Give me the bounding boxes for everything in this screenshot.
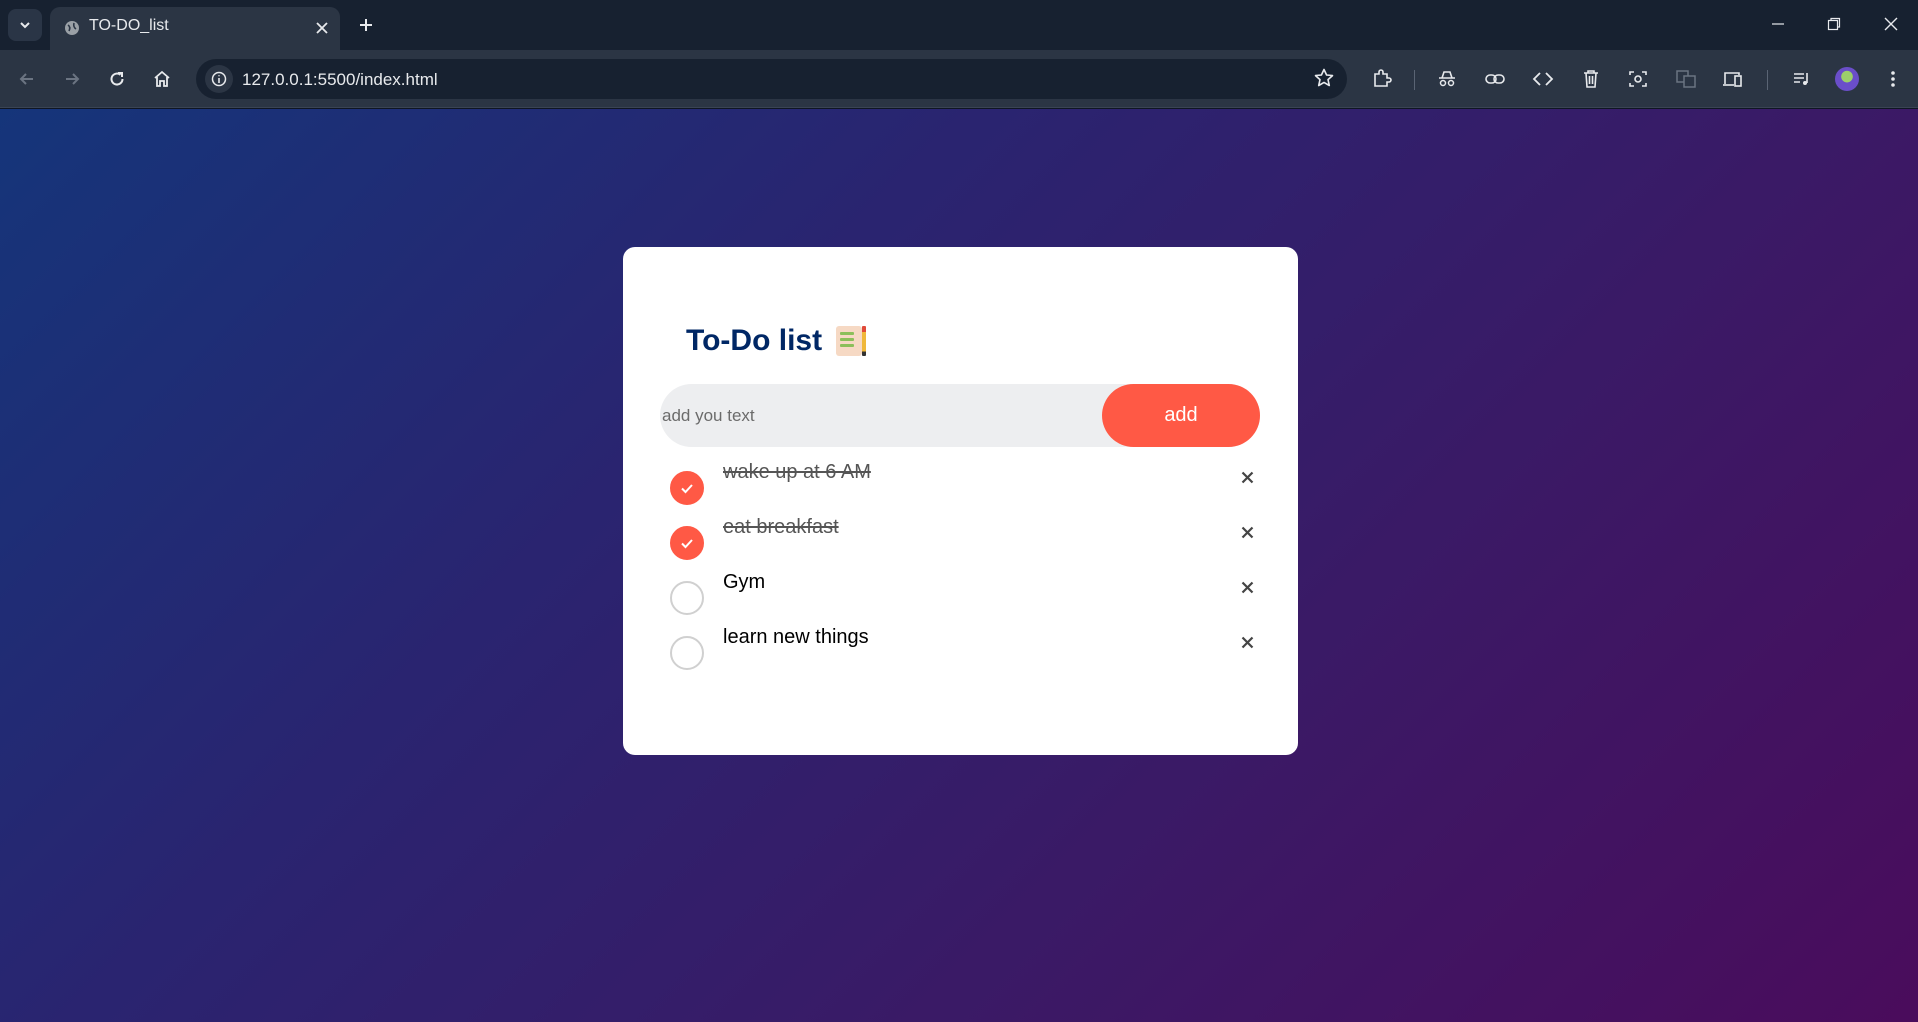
task-label: learn new things [723,626,869,648]
globe-icon [63,19,81,42]
browser-tabstrip: TO-DO_list [0,0,1918,50]
close-window-button[interactable] [1871,8,1911,40]
task-label: eat breakfast [723,516,839,538]
profile-avatar[interactable] [1835,67,1859,91]
arrow-left-icon [19,73,33,85]
toolbar-divider [1767,70,1768,90]
extensions-icon[interactable] [1369,66,1395,92]
page-title-text: To-Do list [686,324,823,357]
chevron-down-icon [20,22,30,29]
task-input-row: add [660,384,1260,447]
reload-button[interactable] [100,62,134,96]
browser-tab[interactable]: TO-DO_list [50,7,340,50]
list-item[interactable]: eat breakfast [660,512,1260,567]
delete-x-icon[interactable] [1237,577,1257,597]
back-button[interactable] [10,62,44,96]
translate-icon[interactable] [1673,66,1699,92]
address-bar[interactable]: 127.0.0.1:5500/index.html [196,59,1347,99]
home-icon [154,70,170,87]
todo-card: To-Do list add wake up at 6 AM [623,247,1298,755]
tab-close-icon[interactable] [311,17,333,39]
list-item[interactable]: wake up at 6 AM [660,457,1260,512]
incognito-icon[interactable] [1434,66,1460,92]
toolbar-divider [1414,70,1415,90]
reload-icon [110,72,124,86]
kebab-menu-icon[interactable] [1880,66,1906,92]
browser-toolbar: 127.0.0.1:5500/index.html [0,50,1918,108]
media-queue-icon[interactable] [1789,66,1815,92]
tab-title: TO-DO_list [89,17,169,34]
page-viewport: To-Do list add wake up at 6 AM [0,109,1918,1022]
forward-button[interactable] [55,62,89,96]
minimize-button[interactable] [1758,8,1798,40]
site-info-icon[interactable] [205,65,233,93]
tab-search-button[interactable] [8,9,42,41]
checked-circle-icon[interactable] [670,526,704,560]
home-button[interactable] [145,62,179,96]
task-label: Gym [723,571,766,593]
restore-button[interactable] [1814,8,1854,40]
arrow-right-icon [66,73,80,85]
delete-x-icon[interactable] [1237,522,1257,542]
unchecked-circle-icon[interactable] [670,581,704,615]
list-item[interactable]: Gym [660,567,1260,622]
plus-icon [360,19,372,31]
task-label: wake up at 6 AM [723,461,871,483]
delete-x-icon[interactable] [1237,467,1257,487]
restore-icon [1827,17,1841,31]
code-icon[interactable] [1530,66,1556,92]
new-tab-button[interactable] [352,11,380,39]
checked-circle-icon[interactable] [670,471,704,505]
devices-icon[interactable] [1720,66,1746,92]
add-button[interactable]: add [1102,384,1260,447]
link-icon[interactable] [1482,66,1508,92]
task-input[interactable] [660,384,1100,447]
page-title: To-Do list [686,321,868,361]
minimize-icon [1772,23,1784,25]
trash-icon[interactable] [1578,66,1604,92]
url-text: 127.0.0.1:5500/index.html [242,70,438,89]
screenshot-icon[interactable] [1625,66,1651,92]
delete-x-icon[interactable] [1237,632,1257,652]
bookmark-star-icon[interactable] [1313,67,1335,94]
list-item[interactable]: learn new things [660,622,1260,677]
close-icon [1884,17,1898,31]
unchecked-circle-icon[interactable] [670,636,704,670]
notepad-pencil-icon [834,324,868,358]
